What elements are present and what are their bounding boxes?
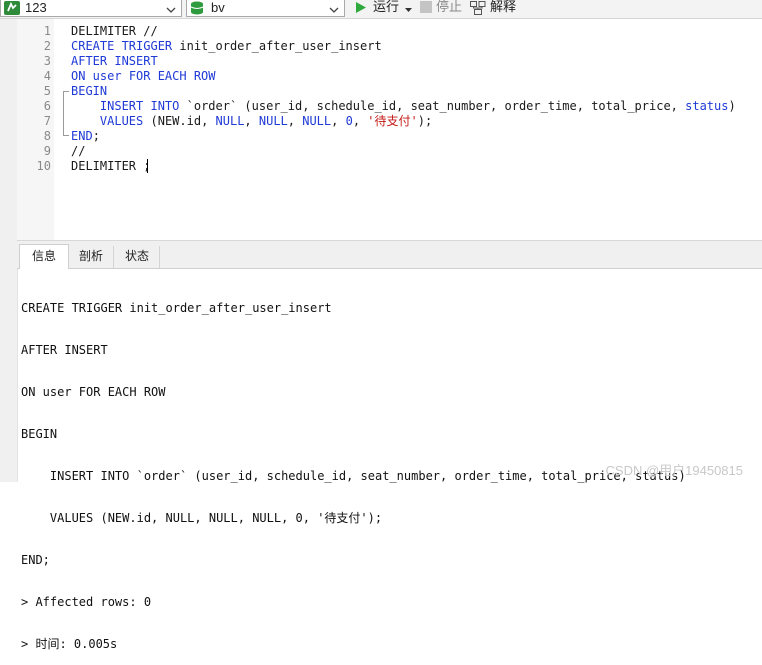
code-token: END [71,129,93,143]
output-line: CREATE TRIGGER init_order_after_user_ins… [21,301,332,315]
database-select[interactable]: bv [186,0,345,17]
output-line: > Affected rows: 0 [21,595,152,609]
line-number: 2 [43,39,51,53]
code-text: DELIMITER ; [71,159,150,174]
line-number: 4 [43,69,51,83]
explain-icon [470,1,486,18]
code-text: AFTER INSERT [71,54,158,69]
code-token: // [71,144,86,158]
code-token: `order` (user_id, schedule_id, seat_numb… [179,99,686,113]
line-number: 10 [36,159,51,173]
code-token: '待支付' [367,114,418,128]
code-token: ON [71,69,86,83]
line-number: 6 [43,99,51,113]
stop-label: 停止 [436,0,463,14]
caret-down-icon[interactable] [405,2,412,16]
code-token: , [352,114,368,128]
query-toolbar: 123 bv 运行 停止 解释 [0,0,762,19]
code-token: init_order_after_user_insert [172,39,382,53]
line-number: 8 [43,129,51,143]
code-token: NULL [302,114,332,128]
code-text: INSERT INTO `order` (user_id, schedule_i… [71,99,736,114]
sql-editor[interactable]: 1 DELIMITER // 2 CREATE TRIGGER init_order_… [17,19,762,240]
code-token: NULL [258,114,288,128]
code-token: NULL [215,114,245,128]
tab-status[interactable]: 状态 [115,246,160,268]
explain-button[interactable]: 解释 [470,0,520,17]
output-line: VALUES (NEW.id, NULL, NULL, NULL, 0, '待支… [21,511,383,525]
code-token: VALUES [99,114,144,128]
line-number: 9 [43,144,51,158]
chevron-down-icon[interactable] [166,2,176,17]
line-number: 7 [43,114,51,128]
output-line: AFTER INSERT [21,343,108,357]
run-label: 运行 [373,0,400,14]
stop-button[interactable]: 停止 [420,0,464,17]
connection-icon [4,1,20,18]
code-token: BEGIN [71,84,108,98]
code-text: ON user FOR EACH ROW [71,69,216,84]
code-token: ); [417,114,433,128]
line-number: 3 [43,54,51,68]
chevron-down-icon[interactable] [329,2,339,17]
line-number: 5 [43,84,51,98]
connection-select[interactable]: 123 [0,0,182,17]
tab-info[interactable]: 信息 [19,244,69,269]
connection-name: 123 [25,0,47,15]
code-text: CREATE TRIGGER init_order_after_user_ins… [71,39,382,54]
code-token: 0 [345,114,353,128]
output-line: BEGIN [21,427,58,441]
text-caret [147,159,148,173]
code-text: END; [71,129,100,144]
left-margin [0,19,18,482]
stop-icon [420,1,432,16]
database-icon [190,1,204,18]
code-token: ) [728,99,736,113]
code-token: , [244,114,259,128]
tab-profile[interactable]: 剖析 [69,246,114,268]
code-token: , [287,114,303,128]
code-text: VALUES (NEW.id, NULL, NULL, NULL, 0, '待支… [71,114,432,129]
code-token: INSERT INTO [99,99,180,113]
output-line: END; [21,553,50,567]
watermark: CSDN @用户19450815 [605,463,743,478]
code-token: (NEW.id, [143,114,216,128]
play-icon [354,1,367,17]
code-token: ; [92,129,100,143]
code-text: // [71,144,85,159]
code-token: DELIMITER ; [71,159,151,173]
code-text: BEGIN [71,84,107,99]
output-line: ON user FOR EACH ROW [21,385,166,399]
output-line: > 时间: 0.005s [21,637,118,651]
code-token: FOR EACH ROW [128,69,216,83]
code-token: , [331,114,346,128]
database-name: bv [211,0,225,15]
fold-marker[interactable] [63,91,69,136]
code-token: AFTER INSERT [71,54,158,68]
code-text: DELIMITER // [71,24,158,39]
results-tab-bar: 信息 剖析 状态 [17,240,762,269]
code-token: status [685,99,729,113]
line-number: 1 [43,24,51,38]
code-token: user [85,69,129,83]
run-button[interactable]: 运行 [354,0,416,17]
explain-label: 解释 [490,0,517,14]
code-token: DELIMITER // [71,24,158,38]
code-token: CREATE TRIGGER [71,39,173,53]
